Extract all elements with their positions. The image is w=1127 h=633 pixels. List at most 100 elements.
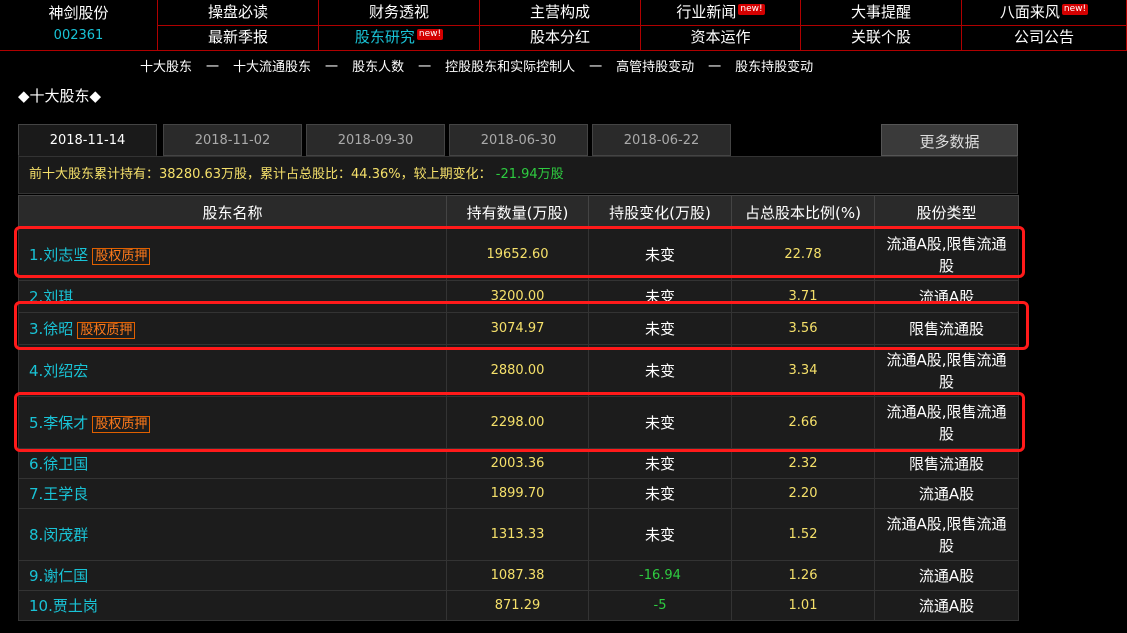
nav-item-row2-3[interactable]: 股本分红 (480, 25, 641, 50)
qty-cell: 2880.00 (446, 344, 589, 397)
nav-item-row2-4[interactable]: 资本运作 (641, 25, 801, 50)
share-type-cell: 流通A股 (874, 560, 1019, 591)
pledge-badge[interactable]: 股权质押 (77, 322, 136, 339)
nav-item-row1-4[interactable]: 行业新闻 new! (641, 0, 801, 25)
pct-cell: 2.66 (731, 396, 875, 449)
nav-item-label: 八面来风 (999, 3, 1060, 21)
shareholders-table: 股东名称 持有数量(万股) 持股变化(万股) 占总股本比例(%) 股份类型 1.… (18, 195, 1019, 621)
shareholder-name-cell: 7.王学良 (18, 478, 447, 509)
table-header-row: 股东名称 持有数量(万股) 持股变化(万股) 占总股本比例(%) 股份类型 (18, 195, 1019, 229)
nav-item-label: 股东研究 (354, 28, 415, 46)
shareholder-name-cell: 9.谢仁国 (18, 560, 447, 591)
change-cell: 未变 (588, 508, 732, 561)
qty-cell: 3200.00 (446, 280, 589, 313)
pledge-badge[interactable]: 股权质押 (92, 416, 151, 433)
subnav-link-4[interactable]: 控股股东和实际控制人 (445, 60, 575, 75)
shareholder-name-link[interactable]: 1.刘志坚 (29, 246, 88, 264)
nav-item-row1-1[interactable]: 操盘必读 (158, 0, 319, 25)
tab-date-2[interactable]: 2018-11-02 (163, 124, 302, 156)
change-cell: 未变 (588, 312, 732, 345)
sub-nav: 十大股东一十大流通股东一股东人数一控股股东和实际控制人一高管持股变动一股东持股变… (140, 56, 813, 76)
pct-cell: 1.01 (731, 590, 875, 621)
shareholder-name-cell: 3.徐昭 股权质押 (18, 312, 447, 345)
table-row: 10.贾土岗 871.29 -5 1.01 流通A股 (18, 590, 1019, 621)
share-type-cell: 流通A股 (874, 590, 1019, 621)
change-cell: 未变 (588, 228, 732, 281)
shareholder-name-cell: 1.刘志坚 股权质押 (18, 228, 447, 281)
share-type-cell: 流通A股 (874, 478, 1019, 509)
nav-item-label: 最新季报 (207, 28, 268, 46)
tab-date-3[interactable]: 2018-09-30 (306, 124, 445, 156)
shareholder-name-link[interactable]: 9.谢仁国 (29, 567, 88, 585)
nav-item-row2-5[interactable]: 关联个股 (801, 25, 962, 50)
subnav-separator: 一 (708, 60, 722, 75)
tab-date-5[interactable]: 2018-06-22 (592, 124, 731, 156)
tab-date-1[interactable]: 2018-11-14 (18, 124, 157, 156)
qty-cell: 3074.97 (446, 312, 589, 345)
pct-cell: 3.56 (731, 312, 875, 345)
subnav-link-6[interactable]: 股东持股变动 (735, 60, 813, 75)
holdings-summary: 前十大股东累计持有：38280.63万股，累计占总股比：44.36%，较上期变化… (18, 156, 1018, 194)
shareholder-name-link[interactable]: 4.刘绍宏 (29, 362, 88, 380)
subnav-separator: 一 (418, 60, 432, 75)
shareholder-name-link[interactable]: 10.贾土岗 (29, 597, 98, 615)
nav-item-label: 关联个股 (850, 28, 911, 46)
nav-item-row2-6[interactable]: 公司公告 (962, 25, 1127, 50)
pledge-badge[interactable]: 股权质押 (92, 248, 151, 265)
change-cell: -16.94 (588, 560, 732, 591)
shareholder-name-link[interactable]: 8.闵茂群 (29, 526, 88, 544)
shareholder-name-cell: 8.闵茂群 (18, 508, 447, 561)
tab-date-4[interactable]: 2018-06-30 (449, 124, 588, 156)
change-cell: 未变 (588, 448, 732, 479)
share-type-cell: 流通A股,限售流通股 (874, 228, 1019, 281)
pct-cell: 3.34 (731, 344, 875, 397)
shareholder-name-link[interactable]: 2.刘琪 (29, 288, 73, 306)
nav-item-row1-2[interactable]: 财务透视 (319, 0, 480, 25)
shareholder-name-cell: 4.刘绍宏 (18, 344, 447, 397)
summary-text: 前十大股东累计持有：38280.63万股，累计占总股比：44.36%，较上期变化… (29, 167, 492, 182)
nav-item-label: 公司公告 (1013, 28, 1074, 46)
share-type-cell: 限售流通股 (874, 312, 1019, 345)
change-cell: 未变 (588, 478, 732, 509)
table-row: 8.闵茂群 1313.33 未变 1.52 流通A股,限售流通股 (18, 508, 1019, 561)
subnav-link-5[interactable]: 高管持股变动 (616, 60, 694, 75)
qty-cell: 19652.60 (446, 228, 589, 281)
nav-item-row1-5[interactable]: 大事提醒 (801, 0, 962, 25)
subnav-link-3[interactable]: 股东人数 (352, 60, 404, 75)
nav-item-row2-1[interactable]: 最新季报 (158, 25, 319, 50)
subnav-separator: 一 (325, 60, 339, 75)
nav-item-row1-6[interactable]: 八面来风 new! (962, 0, 1127, 25)
shareholder-name-link[interactable]: 5.李保才 (29, 414, 88, 432)
pct-cell: 3.71 (731, 280, 875, 313)
nav-item-label: 操盘必读 (207, 3, 268, 21)
shareholder-name-link[interactable]: 6.徐卫国 (29, 455, 88, 473)
top-nav: 神剑股份 002361 操盘必读 财务透视 主营构成 行业新闻 new! 大事提醒 八面来风… (0, 0, 1127, 51)
nav-item-row2-2[interactable]: 股东研究 new! (319, 25, 480, 50)
nav-item-row1-3[interactable]: 主营构成 (480, 0, 641, 25)
new-badge: new! (1061, 4, 1089, 15)
more-data-button[interactable]: 更多数据 (881, 124, 1018, 156)
shareholder-name-link[interactable]: 7.王学良 (29, 485, 88, 503)
qty-cell: 1087.38 (446, 560, 589, 591)
share-type-cell: 流通A股,限售流通股 (874, 508, 1019, 561)
qty-cell: 1313.33 (446, 508, 589, 561)
header-change: 持股变化(万股) (588, 195, 732, 229)
nav-item-label: 大事提醒 (850, 3, 911, 21)
nav-item-label: 财务透视 (368, 3, 429, 21)
pct-cell: 2.32 (731, 448, 875, 479)
qty-cell: 2003.36 (446, 448, 589, 479)
table-row: 2.刘琪 3200.00 未变 3.71 流通A股 (18, 280, 1019, 313)
table-row: 9.谢仁国 1087.38 -16.94 1.26 流通A股 (18, 560, 1019, 591)
change-cell: -5 (588, 590, 732, 621)
change-cell: 未变 (588, 280, 732, 313)
stock-name[interactable]: 神剑股份 (0, 2, 157, 23)
nav-item-label: 行业新闻 (676, 3, 737, 21)
subnav-link-2[interactable]: 十大流通股东 (233, 60, 311, 75)
share-type-cell: 流通A股,限售流通股 (874, 396, 1019, 449)
shareholder-name-link[interactable]: 3.徐昭 (29, 320, 73, 338)
shareholder-name-cell: 6.徐卫国 (18, 448, 447, 479)
table-row: 5.李保才 股权质押 2298.00 未变 2.66 流通A股,限售流通股 (18, 396, 1019, 449)
subnav-link-1[interactable]: 十大股东 (140, 60, 192, 75)
nav-row-2: 最新季报 股东研究 new! 股本分红 资本运作 关联个股 公司公告 (158, 25, 1127, 50)
table-row: 1.刘志坚 股权质押 19652.60 未变 22.78 流通A股,限售流通股 (18, 228, 1019, 281)
